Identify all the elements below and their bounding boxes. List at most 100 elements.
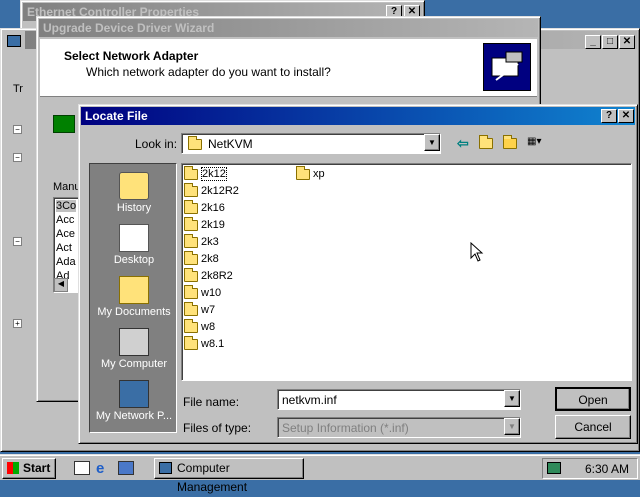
task-label: Computer Management xyxy=(177,461,248,494)
folder-icon xyxy=(184,182,198,197)
places-my-documents[interactable]: My Documents xyxy=(90,276,178,318)
folder-icon xyxy=(184,233,198,248)
folder-name: 2k12R2 xyxy=(201,185,239,197)
folder-icon xyxy=(184,301,198,316)
file-name-value[interactable]: netkvm.inf xyxy=(282,393,337,407)
mouse-cursor-icon xyxy=(470,241,484,265)
folder-item[interactable]: xp xyxy=(296,165,325,182)
folder-item[interactable]: w10 xyxy=(184,284,221,301)
quicklaunch-ie-icon[interactable]: e xyxy=(96,460,104,477)
places-desktop-label: Desktop xyxy=(113,254,155,266)
list-item[interactable]: Act xyxy=(56,242,72,254)
folder-item[interactable]: 2k12R2 xyxy=(184,182,239,199)
network-tray-icon[interactable] xyxy=(547,462,561,474)
folder-name: w7 xyxy=(201,304,216,316)
folder-icon xyxy=(184,335,198,350)
places-history[interactable]: History xyxy=(90,172,178,214)
close-button[interactable]: ✕ xyxy=(618,109,634,123)
wizard-list-icon xyxy=(53,115,75,133)
look-in-label: Look in: xyxy=(135,137,178,151)
folder-item[interactable]: 2k12 xyxy=(184,165,227,182)
folder-item[interactable]: w7 xyxy=(184,301,216,318)
folder-name: 2k8 xyxy=(201,253,219,265)
expand-icon[interactable]: − xyxy=(13,237,22,246)
start-label: Start xyxy=(23,461,51,475)
expand-icon[interactable]: − xyxy=(13,153,22,162)
history-icon xyxy=(119,172,149,200)
chevron-down-icon: ▼ xyxy=(504,418,520,435)
my-computer-icon xyxy=(119,328,149,356)
windows-logo-icon xyxy=(7,462,19,474)
look-in-dropdown[interactable]: NetKVM ▼ xyxy=(181,133,441,154)
folder-icon xyxy=(184,199,198,214)
places-my-network-label: My Network P... xyxy=(95,410,173,422)
folder-item[interactable]: 2k19 xyxy=(184,216,225,233)
taskbar-computer-management-button[interactable]: Computer Management xyxy=(154,458,304,494)
maximize-button[interactable]: □ xyxy=(602,35,618,49)
help-button[interactable]: ? xyxy=(601,109,617,123)
places-bar: History Desktop My Documents My Computer… xyxy=(89,163,177,433)
my-documents-icon xyxy=(119,276,149,304)
folder-icon xyxy=(184,250,198,265)
start-button[interactable]: Start xyxy=(2,458,56,479)
list-item[interactable]: Ada xyxy=(56,256,76,268)
up-folder-icon[interactable] xyxy=(479,134,496,149)
back-arrow-icon[interactable]: ⇦ xyxy=(457,135,469,152)
my-network-icon xyxy=(119,380,149,408)
chevron-down-icon[interactable]: ▼ xyxy=(424,134,440,151)
file-list[interactable]: 2k12 2k12R2 2k16 2k19 2k3 2k8 2k8R2 w10 … xyxy=(181,163,632,381)
places-my-computer[interactable]: My Computer xyxy=(90,328,178,370)
list-item[interactable]: Ace xyxy=(56,228,75,240)
folder-item[interactable]: 2k16 xyxy=(184,199,225,216)
taskbar: Start e Computer Management 6:30 AM xyxy=(0,454,640,494)
folder-icon xyxy=(184,318,198,333)
quicklaunch-outlook-icon[interactable] xyxy=(118,461,134,475)
scroll-left-button[interactable]: ◀ xyxy=(54,278,68,292)
folder-name: 2k8R2 xyxy=(201,270,233,282)
desktop-icon xyxy=(119,224,149,252)
expand-icon[interactable]: + xyxy=(13,319,22,328)
file-name-combo[interactable]: netkvm.inf ▼ xyxy=(277,389,521,410)
folder-name: w8 xyxy=(201,321,216,333)
places-desktop[interactable]: Desktop xyxy=(90,224,178,266)
places-my-computer-label: My Computer xyxy=(100,358,168,370)
folder-item[interactable]: 2k8R2 xyxy=(184,267,233,284)
folder-name: xp xyxy=(313,168,325,180)
system-tray: 6:30 AM xyxy=(542,458,638,479)
tree-label: Tr xyxy=(13,83,23,95)
new-folder-icon[interactable] xyxy=(503,134,520,149)
manufacturer-label: Manu xyxy=(53,181,81,193)
places-my-network[interactable]: My Network P... xyxy=(90,380,178,422)
folder-name: 2k19 xyxy=(201,219,225,231)
folder-name: 2k3 xyxy=(201,236,219,248)
file-name-label: File name: xyxy=(183,395,240,409)
files-of-type-value: Setup Information (*.inf) xyxy=(282,421,409,435)
open-button[interactable]: Open xyxy=(555,387,631,411)
computer-management-icon xyxy=(7,35,21,47)
places-history-label: History xyxy=(116,202,152,214)
places-my-documents-label: My Documents xyxy=(97,306,171,318)
folder-icon xyxy=(184,165,198,180)
folder-name: 2k16 xyxy=(201,202,225,214)
folder-icon xyxy=(296,165,310,180)
list-item[interactable]: Acc xyxy=(56,214,74,226)
clock[interactable]: 6:30 AM xyxy=(585,462,629,476)
folder-item[interactable]: w8.1 xyxy=(184,335,224,352)
list-item[interactable]: 3Co xyxy=(56,200,77,212)
folder-item[interactable]: 2k3 xyxy=(184,233,219,250)
quicklaunch-show-desktop-icon[interactable] xyxy=(74,461,90,475)
folder-icon xyxy=(188,136,202,150)
locate-file-dialog: Locate File ? ✕ Look in: NetKVM ▼ ⇦ ▦▾ H… xyxy=(78,104,638,444)
chevron-down-icon[interactable]: ▼ xyxy=(504,390,520,407)
folder-item[interactable]: 2k8 xyxy=(184,250,219,267)
close-button[interactable]: ✕ xyxy=(619,35,635,49)
folder-icon xyxy=(184,284,198,299)
view-menu-icon[interactable]: ▦▾ xyxy=(527,136,549,150)
folder-name: 2k12 xyxy=(201,167,227,181)
minimize-button[interactable]: _ xyxy=(585,35,601,49)
cancel-button[interactable]: Cancel xyxy=(555,415,631,439)
wizard-subheading: Which network adapter do you want to ins… xyxy=(86,65,331,79)
folder-item[interactable]: w8 xyxy=(184,318,216,335)
expand-icon[interactable]: − xyxy=(13,125,22,134)
wizard-title: Upgrade Device Driver Wizard xyxy=(39,19,538,37)
